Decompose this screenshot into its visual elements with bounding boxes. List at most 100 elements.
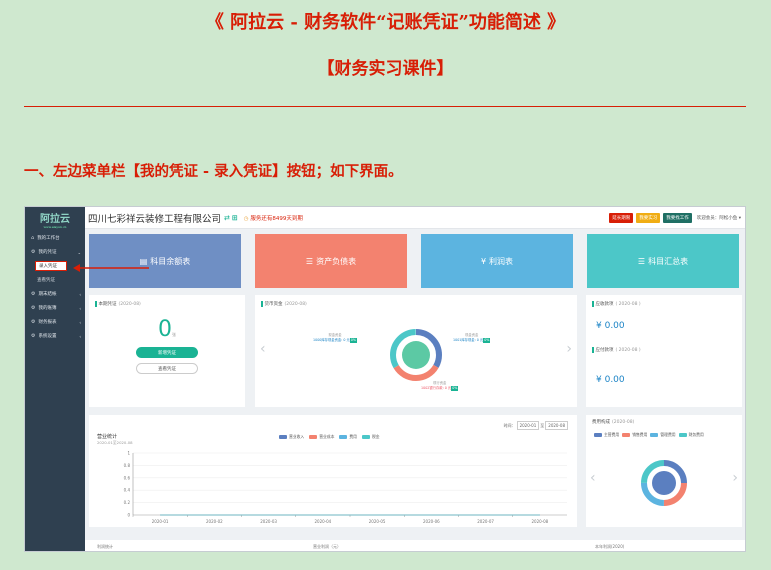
annual-profit-label: 本年利润(2020) bbox=[595, 544, 625, 549]
x-tick-label: 2020-06 bbox=[423, 519, 440, 524]
section-heading: 一、左边菜单栏【我的凭证 - 录入凭证】按钮；如下界面。 bbox=[24, 163, 403, 180]
payable-header: 应付款项( 2020-08 ) bbox=[592, 347, 641, 353]
expire-notice: ◷ 服务还有8499天到期 bbox=[244, 214, 303, 222]
add-icon[interactable]: ⊞ bbox=[232, 214, 238, 222]
chevron-left-icon[interactable]: ‹ bbox=[260, 341, 266, 357]
cash-panel-header: 货币资金 (2020-08) bbox=[261, 301, 577, 307]
welcome-user[interactable]: 欢迎会员：阿松小鱼 ▾ bbox=[697, 215, 741, 221]
expense-panel: 费用构成 (2020-08) 主营费用 销售费用 管理费用 财务费用 ‹ › bbox=[586, 415, 742, 527]
payable-period: ( 2020-08 ) bbox=[615, 347, 641, 353]
report-card-1[interactable]: ☰ 资产负债表 bbox=[255, 234, 407, 288]
callout-detail-row: 1000库存现金资金: 0 元0% bbox=[313, 338, 358, 343]
chevron-icon: ‹ bbox=[79, 305, 81, 311]
legend-swatch bbox=[678, 433, 687, 437]
chevron-icon: ‹ bbox=[79, 291, 81, 297]
legend-label: 主营费用 bbox=[604, 432, 620, 437]
gear-icon: ⚙ bbox=[31, 305, 36, 311]
document-title: 《 阿拉云 - 财务软件“记账凭证”功能简述 》 bbox=[205, 12, 566, 33]
x-tick-label: 2020-01 bbox=[152, 519, 169, 524]
sidebar-item-0[interactable]: ⌂ 我的工作台 bbox=[25, 231, 85, 245]
callout-detail: 1002银行存款: 0 元 bbox=[421, 386, 452, 390]
pointer-arrow-head bbox=[73, 264, 80, 272]
pointer-arrow bbox=[73, 264, 149, 272]
yen-icon: ¥ bbox=[480, 256, 487, 266]
profit-stats-label: 利润统计 bbox=[97, 544, 113, 549]
y-tick-label: 0 bbox=[127, 513, 130, 518]
receivable-title: 应收款项 bbox=[595, 302, 614, 307]
sidebar-menu: ⌂ 我的工作台 ⚙ 我的凭证 ⌄ 录入凭证 查看凭证 ⚙ 期末结帐 ‹ ⚙ 我的账簿 ‹ ⚙ 财务报表 ‹ ⚙ 系… bbox=[25, 231, 85, 343]
payable-title: 应付款项 bbox=[595, 348, 614, 353]
operating-line-chart: 1 0.8 0.6 0.4 0.2 0 2020-01 2020-02 2020-03 2020-… bbox=[124, 451, 567, 524]
chevron-right-icon[interactable]: › bbox=[732, 470, 738, 486]
list-icon: ☰ bbox=[305, 256, 314, 266]
y-tick-label: 0.6 bbox=[124, 475, 131, 480]
sidebar-item-3[interactable]: 查看凭证 bbox=[25, 273, 85, 287]
x-tick-label: 2020-08 bbox=[532, 519, 549, 524]
voucher-count-unit: 张 bbox=[172, 332, 176, 337]
y-tick-label: 0.2 bbox=[124, 500, 131, 505]
legend-item[interactable]: 财务费用 bbox=[678, 432, 704, 438]
callout-percent: 0% bbox=[349, 338, 358, 343]
sidebar-item-label: 录入凭证 bbox=[39, 264, 57, 269]
sidebar-item-label: 我的账簿 bbox=[38, 306, 57, 311]
sidebar-item-7[interactable]: ⚙ 系统设置 ‹ bbox=[25, 329, 85, 343]
sidebar-item-6[interactable]: ⚙ 财务报表 ‹ bbox=[25, 315, 85, 329]
gear-icon: ⚙ bbox=[31, 291, 36, 297]
chevron-icon: ⌄ bbox=[77, 249, 81, 255]
cash-donut-center bbox=[402, 341, 430, 369]
sidebar-item-4[interactable]: ⚙ 期末结帐 ‹ bbox=[25, 287, 85, 301]
chevron-icon: ‹ bbox=[79, 319, 81, 325]
report-card-0[interactable]: ▤ 科目余额表 bbox=[89, 234, 241, 288]
sidebar-item-label: 系统设置 bbox=[38, 334, 57, 339]
clock-icon: ◷ bbox=[243, 215, 249, 222]
receivable-header: 应收款项( 2020-08 ) bbox=[592, 301, 742, 307]
legend-label: 管理费用 bbox=[660, 432, 676, 437]
sidebar-item-5[interactable]: ⚙ 我的账簿 ‹ bbox=[25, 301, 85, 315]
expense-header: 费用构成 (2020-08) bbox=[592, 419, 742, 426]
sidebar-item-label: 我的工作台 bbox=[37, 236, 60, 241]
callout-detail: 1000库存现金资金: 0 元 bbox=[313, 338, 350, 342]
bottom-panels: 利润统计 营业利润（元） 本年利润(2020) bbox=[85, 540, 745, 551]
top-buttons: 延长期限 我要实习 我要找工作 bbox=[606, 212, 692, 223]
cash-panel-title: 货币资金 bbox=[264, 302, 283, 307]
pie-chart-legend: 主营费用 销售费用 管理费用 财务费用 bbox=[594, 432, 704, 438]
voucher-count-value: 0 bbox=[158, 317, 172, 342]
payable-value: ¥ 0.00 bbox=[596, 375, 625, 385]
legend-label: 财务费用 bbox=[688, 432, 704, 437]
report-card-label: 利润表 bbox=[489, 256, 514, 266]
chevron-right-icon[interactable]: › bbox=[566, 341, 572, 357]
callout-percent: 0% bbox=[483, 338, 491, 343]
top-button-2[interactable]: 我要找工作 bbox=[663, 212, 692, 223]
sidebar-item-label: 我的凭证 bbox=[38, 250, 57, 255]
list-icon: ☰ bbox=[637, 256, 646, 266]
sidebar-item-label: 期末结帐 bbox=[38, 292, 57, 297]
callout-percent: 0% bbox=[451, 386, 459, 391]
report-card-2[interactable]: ¥ 利润表 bbox=[421, 234, 573, 288]
sidebar-item-1[interactable]: ⚙ 我的凭证 ⌄ bbox=[25, 245, 85, 259]
top-button-0[interactable]: 延长期限 bbox=[609, 212, 634, 223]
home-icon: ⌂ bbox=[31, 235, 35, 241]
y-tick-label: 1 bbox=[127, 451, 130, 456]
swap-icon[interactable]: ⇄ bbox=[224, 214, 230, 222]
x-tick-label: 2020-07 bbox=[477, 519, 494, 524]
chevron-left-icon[interactable]: ‹ bbox=[590, 470, 596, 486]
voucher-panel-header: 本期凭证 (2020-08) bbox=[95, 301, 245, 307]
top-button-1[interactable]: 我要实习 bbox=[636, 212, 661, 223]
legend-item[interactable]: 主营费用 bbox=[594, 432, 619, 438]
operating-profit-label: 营业利润（元） bbox=[313, 544, 341, 549]
add-voucher-button[interactable]: 新增凭证 bbox=[136, 347, 198, 358]
quick-report-cards: ▤ 科目余额表 ☰ 资产负债表 ¥ 利润表 ☰ 科目汇总表 bbox=[85, 234, 745, 288]
sidebar-item-2[interactable]: 录入凭证 bbox=[35, 261, 67, 271]
voucher-panel-period: (2020-08) bbox=[118, 301, 141, 307]
legend-item[interactable]: 销售费用 bbox=[622, 432, 647, 438]
sidebar: 阿拉云 www.alayun.cn ⌂ 我的工作台 ⚙ 我的凭证 ⌄ 录入凭证 查看凭证 ⚙ 期… bbox=[25, 207, 85, 551]
expense-title: 费用构成 bbox=[592, 420, 610, 425]
report-card-3[interactable]: ☰ 科目汇总表 bbox=[587, 234, 739, 288]
callout-detail-row: 1001库存现金: 0 元0% bbox=[453, 338, 491, 343]
report-card-label: 科目余额表 bbox=[150, 256, 191, 266]
app-logo: 阿拉云 www.alayun.cn bbox=[25, 207, 85, 229]
view-voucher-button[interactable]: 查看凭证 bbox=[136, 363, 198, 374]
cash-callout-2: 现行资金 1002银行存款: 0 元0% bbox=[421, 381, 459, 391]
legend-item[interactable]: 管理费用 bbox=[650, 432, 676, 438]
receivable-period: ( 2020-08 ) bbox=[615, 301, 641, 307]
